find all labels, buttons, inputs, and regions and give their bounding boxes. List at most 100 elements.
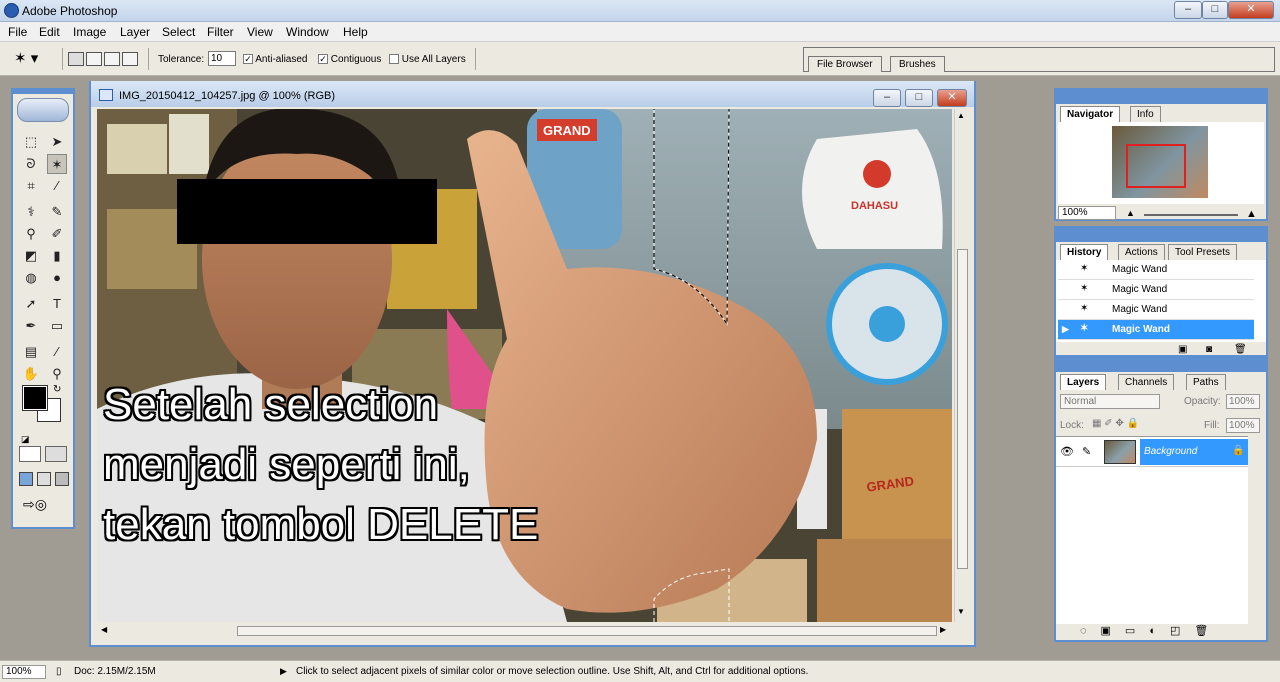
vertical-scroll-thumb[interactable] bbox=[957, 249, 968, 569]
notes-tool-icon[interactable]: ▤ bbox=[21, 342, 41, 362]
status-menu-arrow-icon[interactable]: ▶ bbox=[280, 666, 287, 677]
marquee-tool-icon[interactable]: ⬚ bbox=[21, 132, 41, 152]
lasso-tool-icon[interactable]: ᘐ bbox=[21, 154, 41, 174]
scroll-right-icon[interactable]: ▶ bbox=[940, 625, 946, 634]
blur-tool-icon[interactable]: ◍ bbox=[21, 268, 41, 288]
tab-layers[interactable]: Layers bbox=[1060, 374, 1107, 390]
quick-mask-icon[interactable] bbox=[45, 446, 67, 462]
zoom-tool-icon[interactable]: ⚲ bbox=[47, 364, 67, 384]
type-tool-icon[interactable]: T bbox=[47, 294, 67, 314]
menu-filter[interactable]: Filter bbox=[207, 25, 234, 39]
vertical-scrollbar[interactable]: ▲ ▼ bbox=[954, 109, 970, 622]
tolerance-input[interactable]: 10 bbox=[208, 51, 236, 66]
tab-actions[interactable]: Actions bbox=[1118, 244, 1165, 260]
use-all-layers-checkbox[interactable]: Use All Layers bbox=[389, 54, 466, 65]
tab-navigator[interactable]: Navigator bbox=[1060, 106, 1121, 122]
standard-mode-icon[interactable] bbox=[19, 446, 41, 462]
plastic-bag bbox=[802, 129, 943, 249]
path-select-icon[interactable]: ➚ bbox=[21, 294, 41, 314]
anti-aliased-checkbox[interactable]: ✓ Anti-aliased bbox=[243, 54, 308, 65]
eye-visibility-icon[interactable]: 👁 bbox=[1060, 445, 1074, 458]
tab-info[interactable]: Info bbox=[1130, 106, 1161, 122]
opacity-input[interactable]: 100% bbox=[1226, 394, 1260, 409]
crop-tool-icon[interactable]: ⌗ bbox=[21, 176, 41, 196]
clone-stamp-icon[interactable]: ⚲ bbox=[21, 224, 41, 244]
shape-tool-icon[interactable]: ▭ bbox=[47, 316, 67, 336]
snapshot-icon[interactable]: ◙ bbox=[1206, 344, 1212, 355]
screen-mode-menu-icon[interactable] bbox=[37, 472, 51, 486]
zoom-out-icon[interactable]: ▲ bbox=[1126, 208, 1135, 218]
doc-maximize-button[interactable]: □ bbox=[905, 89, 933, 107]
gradient-tool-icon[interactable]: ▮ bbox=[47, 246, 67, 266]
navigator-zoom-field[interactable]: 100% bbox=[1058, 206, 1116, 220]
menu-layer[interactable]: Layer bbox=[120, 25, 150, 39]
dodge-tool-icon[interactable]: ● bbox=[47, 268, 67, 288]
move-tool-icon[interactable]: ➤ bbox=[47, 132, 67, 152]
brush-tool-icon[interactable]: ✎ bbox=[47, 202, 67, 222]
eyedropper-icon[interactable]: ⁄ bbox=[47, 342, 67, 362]
new-document-icon[interactable]: ▣ bbox=[1178, 344, 1187, 355]
menu-image[interactable]: Image bbox=[73, 25, 106, 39]
default-colors-icon[interactable]: ◪ bbox=[21, 434, 30, 445]
scroll-down-icon[interactable]: ▼ bbox=[957, 607, 965, 616]
foreground-color-swatch[interactable] bbox=[22, 385, 48, 411]
adobe-online-icon[interactable] bbox=[17, 98, 69, 122]
zoom-in-icon[interactable]: ▲ bbox=[1246, 208, 1257, 220]
scroll-left-icon[interactable]: ◀ bbox=[101, 625, 107, 634]
history-item-selected[interactable]: ▶ ✶ Magic Wand bbox=[1058, 320, 1254, 340]
horizontal-scrollbar[interactable]: ◀ ▶ bbox=[97, 624, 952, 638]
menu-select[interactable]: Select bbox=[162, 25, 195, 39]
history-item[interactable]: ✶ Magic Wand bbox=[1058, 300, 1254, 320]
navigator-thumbnail[interactable] bbox=[1112, 126, 1208, 198]
tab-channels[interactable]: Channels bbox=[1118, 374, 1175, 390]
image-canvas[interactable]: GRAND DAHASU GRAND Setelah selection men… bbox=[97, 109, 952, 622]
intersect-selection-icon[interactable] bbox=[122, 52, 138, 66]
history-brush-icon[interactable]: ✐ bbox=[47, 224, 67, 244]
tab-file-browser[interactable]: File Browser bbox=[808, 56, 882, 72]
subtract-from-selection-icon[interactable] bbox=[104, 52, 120, 66]
trash-icon[interactable]: 🗑 bbox=[1234, 344, 1247, 355]
minimize-button[interactable]: – bbox=[1174, 1, 1202, 19]
close-button[interactable]: ✕ bbox=[1228, 1, 1274, 19]
jump-to-imageready-icon[interactable]: ⇨◎ bbox=[23, 496, 47, 513]
lock-icons[interactable]: ▦ ✐ ✥ 🔒 bbox=[1092, 418, 1139, 429]
tab-paths[interactable]: Paths bbox=[1186, 374, 1226, 390]
new-selection-icon[interactable] bbox=[68, 52, 84, 66]
layer-action-icons[interactable]: ◌▣▭◐◰🗑 bbox=[1080, 624, 1260, 637]
layer-row[interactable]: 👁 ✎ Background 🔒 bbox=[1056, 437, 1248, 467]
maximize-button[interactable]: □ bbox=[1202, 1, 1228, 19]
history-item[interactable]: ✶ Magic Wand bbox=[1058, 260, 1254, 280]
slice-tool-icon[interactable]: ⁄ bbox=[47, 176, 67, 196]
status-zoom-field[interactable]: 100% bbox=[2, 665, 46, 679]
blend-mode-select[interactable]: Normal bbox=[1060, 394, 1160, 409]
doc-size-info: Doc: 2.15M/2.15M bbox=[74, 666, 156, 677]
doc-close-button[interactable]: ✕ bbox=[937, 89, 967, 107]
swap-colors-icon[interactable]: ↻ bbox=[53, 384, 61, 395]
menu-edit[interactable]: Edit bbox=[39, 25, 60, 39]
history-item[interactable]: ✶ Magic Wand bbox=[1058, 280, 1254, 300]
zoom-slider[interactable] bbox=[1144, 214, 1238, 216]
navigator-view-box[interactable] bbox=[1126, 144, 1186, 188]
menu-window[interactable]: Window bbox=[286, 25, 329, 39]
add-to-selection-icon[interactable] bbox=[86, 52, 102, 66]
pen-tool-icon[interactable]: ✒ bbox=[21, 316, 41, 336]
contiguous-checkbox[interactable]: ✓ Contiguous bbox=[318, 54, 381, 65]
tab-tool-presets[interactable]: Tool Presets bbox=[1168, 244, 1238, 260]
tab-history[interactable]: History bbox=[1060, 244, 1109, 260]
magic-wand-tool-icon[interactable]: ✶ bbox=[47, 154, 67, 174]
magic-wand-preset-icon[interactable]: ✶ ▾ bbox=[14, 48, 56, 70]
brush-link-icon[interactable]: ✎ bbox=[1082, 445, 1091, 458]
menu-file[interactable]: File bbox=[8, 25, 27, 39]
fill-input[interactable]: 100% bbox=[1226, 418, 1260, 433]
scroll-up-icon[interactable]: ▲ bbox=[957, 111, 965, 120]
hand-tool-icon[interactable]: ✋ bbox=[21, 364, 41, 384]
doc-minimize-button[interactable]: – bbox=[873, 89, 901, 107]
menu-help[interactable]: Help bbox=[343, 25, 368, 39]
eraser-tool-icon[interactable]: ◩ bbox=[21, 246, 41, 266]
horizontal-scroll-thumb[interactable] bbox=[237, 626, 937, 636]
menu-view[interactable]: View bbox=[247, 25, 273, 39]
tab-brushes[interactable]: Brushes bbox=[890, 56, 945, 72]
healing-brush-icon[interactable]: ⚕ bbox=[21, 202, 41, 222]
screen-mode-full-icon[interactable] bbox=[55, 472, 69, 486]
screen-mode-standard-icon[interactable] bbox=[19, 472, 33, 486]
